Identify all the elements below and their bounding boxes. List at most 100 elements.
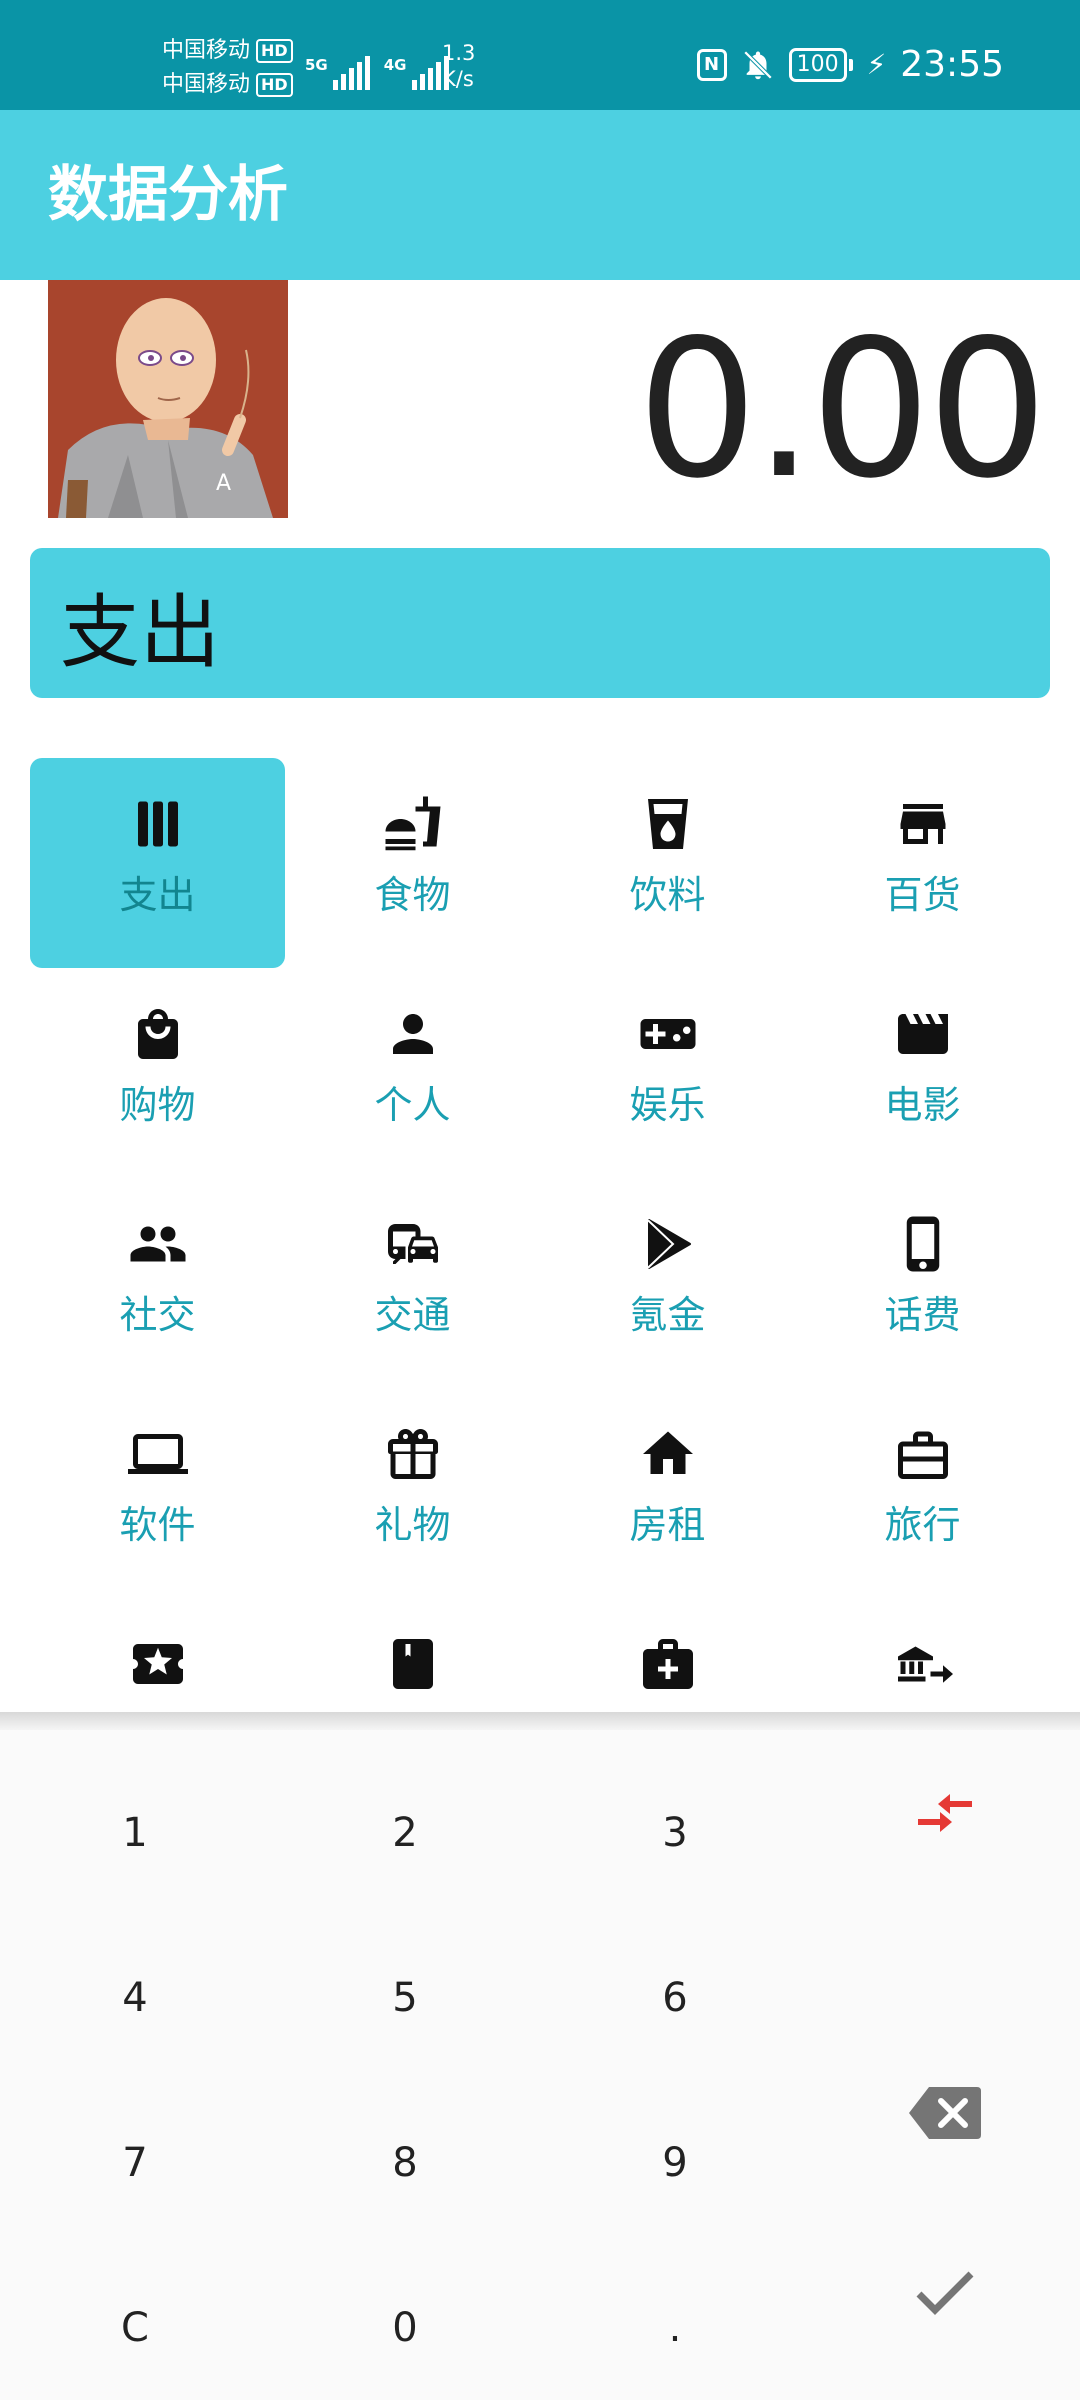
category-item[interactable]: 食物 — [285, 758, 540, 968]
book-icon — [383, 1634, 443, 1694]
hd-badge-1: HD — [256, 39, 293, 63]
category-label: 旅行 — [884, 1503, 961, 1547]
suitcase-icon — [893, 1424, 953, 1484]
category-label: 交通 — [374, 1293, 451, 1337]
key-button[interactable]: 5 — [270, 1915, 540, 2080]
svg-text:A: A — [216, 471, 231, 496]
battery-level: 100 — [788, 47, 847, 82]
nfc-icon: N — [696, 48, 727, 81]
backspace-button[interactable] — [810, 2030, 1080, 2195]
category-item[interactable]: 软件 — [30, 1388, 285, 1598]
category-label: 饮料 — [629, 873, 706, 917]
key-button[interactable]: 0 — [270, 2245, 540, 2400]
category-label: 氪金 — [629, 1293, 706, 1337]
gift-icon — [383, 1424, 443, 1484]
category-label: 电影 — [884, 1083, 961, 1127]
category-label: 房租 — [629, 1503, 706, 1547]
laptop-icon — [127, 1424, 188, 1484]
phone-icon — [893, 1214, 953, 1274]
key-button[interactable]: 4 — [0, 1915, 270, 2080]
key-button[interactable]: 1 — [0, 1750, 270, 1915]
category-item[interactable]: 电影 — [795, 968, 1050, 1178]
confirm-button[interactable] — [810, 2210, 1080, 2375]
drink-icon — [638, 794, 698, 854]
category-grid: 支出 食物 饮料 百货购物 个人 娱乐 电影社交 交通 氪金 话费软件 礼物 房租 旅行 — [30, 758, 1050, 1715]
category-item[interactable]: 饮料 — [540, 758, 795, 968]
category-item[interactable]: 购物 — [30, 968, 285, 1178]
category-label: 个人 — [374, 1083, 451, 1127]
key-button[interactable]: 9 — [540, 2080, 810, 2245]
category-item[interactable]: 百货 — [795, 758, 1050, 968]
category-label: 娱乐 — [629, 1083, 706, 1127]
ticket-icon — [128, 1634, 188, 1694]
category-item[interactable]: 支出 — [30, 758, 285, 968]
app-bar: 数据分析 — [0, 110, 1080, 280]
carrier-info: 中国移动 HD 中国移动 HD — [162, 34, 293, 102]
bank-transfer-icon — [893, 1634, 953, 1694]
backspace-icon — [909, 2086, 981, 2139]
status-time: 23:55 — [900, 44, 1004, 85]
signal-5g-icon: 5G — [305, 56, 370, 90]
category-item[interactable]: 房租 — [540, 1388, 795, 1598]
person-icon — [383, 1004, 443, 1064]
key-button[interactable]: . — [540, 2245, 810, 2400]
category-item[interactable] — [30, 1598, 285, 1715]
category-label: 食物 — [374, 873, 451, 917]
category-panel: 支出 食物 饮料 百货购物 个人 娱乐 电影社交 交通 氪金 话费软件 礼物 房租 旅行 — [0, 730, 1080, 1715]
category-item[interactable]: 旅行 — [795, 1388, 1050, 1598]
category-item[interactable]: 氪金 — [540, 1178, 795, 1388]
shopping-bag-icon — [128, 1004, 188, 1064]
category-label: 社交 — [119, 1293, 196, 1337]
network-speed: 1.3 K/s — [442, 40, 475, 92]
category-item[interactable]: 娱乐 — [540, 968, 795, 1178]
transaction-type-banner[interactable]: 支出 — [30, 548, 1050, 698]
category-label: 购物 — [119, 1083, 196, 1127]
category-item[interactable] — [285, 1598, 540, 1715]
category-item[interactable]: 个人 — [285, 968, 540, 1178]
category-item[interactable]: 社交 — [30, 1178, 285, 1388]
category-item[interactable]: 礼物 — [285, 1388, 540, 1598]
category-item[interactable]: 交通 — [285, 1178, 540, 1388]
key-button[interactable]: 3 — [540, 1750, 810, 1915]
medical-icon — [638, 1634, 698, 1694]
avatar[interactable]: A — [48, 280, 288, 518]
people-icon — [128, 1214, 188, 1274]
key-button[interactable]: C — [0, 2245, 270, 2400]
key-button[interactable]: 8 — [270, 2080, 540, 2245]
key-button[interactable]: 2 — [270, 1750, 540, 1915]
category-label: 支出 — [119, 873, 196, 917]
avatar-illustration: A — [48, 280, 288, 518]
numeric-keypad: 123 456 789 C0. — [0, 1730, 1080, 2400]
mute-bell-icon — [743, 50, 772, 79]
commute-icon — [383, 1214, 443, 1274]
confirm-check-icon — [916, 2271, 974, 2315]
movie-icon — [893, 1004, 953, 1064]
bars-icon — [128, 794, 188, 854]
gamepad-icon — [638, 1004, 698, 1064]
page-title: 数据分析 — [48, 160, 288, 230]
signal-indicators: 5G 4G — [305, 40, 449, 90]
key-button[interactable]: 7 — [0, 2080, 270, 2245]
speed-unit: K/s — [442, 67, 474, 91]
transfer-button[interactable] — [810, 1730, 1080, 1895]
carrier-name-1: 中国移动 — [162, 38, 251, 63]
speed-value: 1.3 — [442, 41, 476, 65]
play-store-icon — [638, 1214, 698, 1274]
transfer-icon — [918, 1793, 972, 1832]
status-right: N 100 ⚡ 23:55 — [696, 44, 1004, 85]
amount-display: 0.00 — [636, 299, 1048, 520]
signal-4g-icon: 4G — [384, 56, 449, 90]
category-label: 百货 — [884, 873, 961, 917]
charging-icon: ⚡ — [866, 48, 887, 81]
hd-badge-2: HD — [256, 73, 293, 97]
store-icon — [893, 794, 953, 854]
transaction-type-label: 支出 — [60, 586, 220, 679]
carrier-name-2: 中国移动 — [162, 72, 251, 97]
category-item[interactable]: 话费 — [795, 1178, 1050, 1388]
category-label: 软件 — [119, 1503, 196, 1547]
key-button[interactable]: 6 — [540, 1915, 810, 2080]
home-icon — [638, 1424, 698, 1484]
category-item[interactable] — [795, 1598, 1050, 1715]
category-label: 话费 — [884, 1293, 961, 1337]
category-item[interactable] — [540, 1598, 795, 1715]
